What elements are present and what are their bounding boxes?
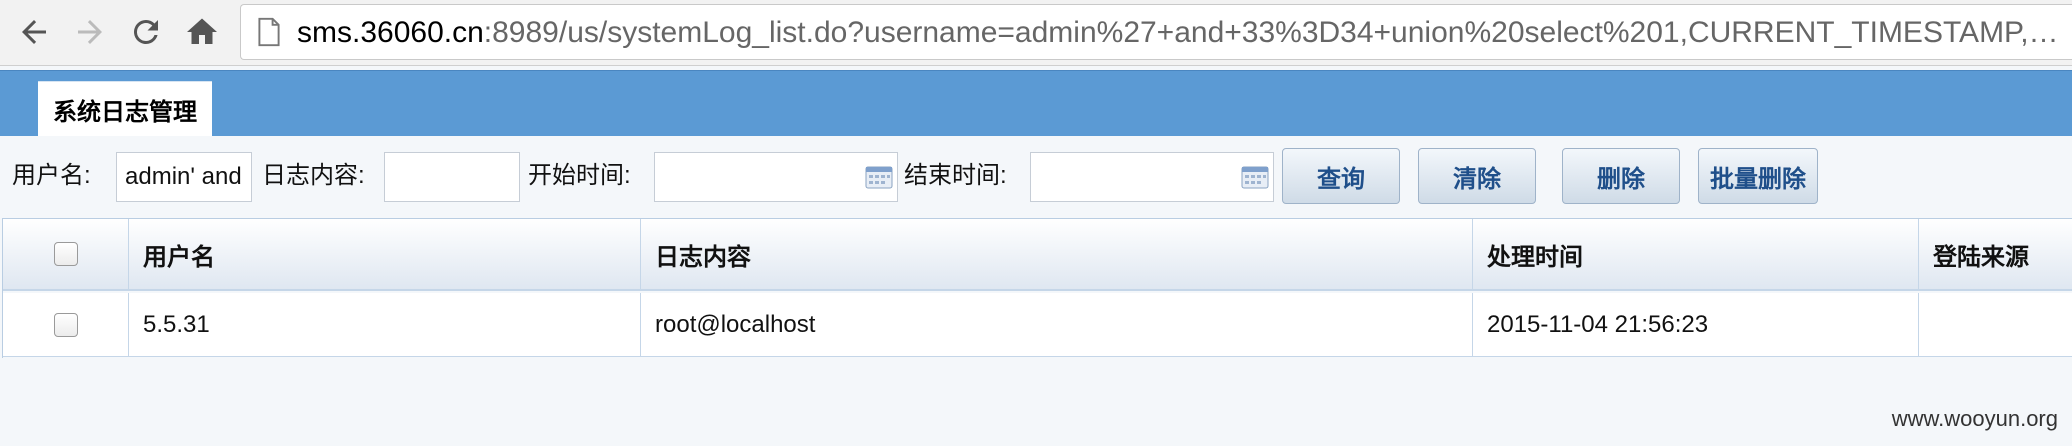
address-bar[interactable]: sms.36060.cn:8989/us/systemLog_list.do?u…: [240, 4, 2072, 60]
clear-button[interactable]: 清除: [1418, 148, 1536, 204]
log-content-input[interactable]: [384, 152, 520, 202]
select-all-checkbox[interactable]: [53, 242, 78, 266]
column-header-log-content[interactable]: 日志内容: [641, 219, 1473, 289]
page-icon: [258, 17, 280, 47]
forward-button[interactable]: [66, 8, 114, 56]
url-host: sms.36060.cn: [297, 16, 484, 49]
select-all-cell: [3, 219, 129, 289]
url-path: :8989/us/systemLog_list.do?username=admi…: [483, 16, 2067, 49]
username-label: 用户名:: [12, 162, 91, 189]
cell-source: [1919, 293, 2072, 356]
home-button[interactable]: [178, 8, 226, 56]
username-input[interactable]: admin' and: [116, 152, 252, 202]
cell-username: 5.5.31: [129, 293, 641, 356]
row-select-cell: [3, 293, 129, 356]
column-header-username[interactable]: 用户名: [129, 219, 641, 289]
tab-system-log[interactable]: 系统日志管理: [38, 81, 212, 137]
query-button[interactable]: 查询: [1282, 148, 1400, 204]
reload-button[interactable]: [122, 8, 170, 56]
app-header: 系统日志管理: [0, 70, 2072, 137]
cell-log-content: root@localhost: [641, 293, 1473, 356]
home-icon: [187, 18, 217, 44]
system-log-table: 用户名 日志内容 处理时间 登陆来源 5.5.31 root@localhost…: [2, 218, 2072, 358]
delete-button[interactable]: 删除: [1562, 148, 1680, 204]
calendar-icon[interactable]: [1241, 165, 1269, 189]
end-time-input[interactable]: [1030, 152, 1274, 202]
forward-arrow-icon: [78, 20, 102, 44]
batch-delete-button[interactable]: 批量删除: [1698, 148, 1818, 204]
start-time-label: 开始时间:: [528, 162, 631, 189]
cell-time: 2015-11-04 21:56:23: [1473, 293, 1919, 356]
back-arrow-icon: [22, 20, 46, 44]
table-header: 用户名 日志内容 处理时间 登陆来源: [3, 219, 2072, 291]
log-content-label: 日志内容:: [262, 162, 365, 189]
url-text: sms.36060.cn:8989/us/systemLog_list.do?u…: [297, 15, 2067, 51]
table-row[interactable]: 5.5.31 root@localhost 2015-11-04 21:56:2…: [3, 293, 2072, 357]
calendar-icon[interactable]: [865, 165, 893, 189]
watermark: www.wooyun.org: [1891, 406, 2058, 431]
browser-toolbar: sms.36060.cn:8989/us/systemLog_list.do?u…: [0, 0, 2072, 66]
column-header-source[interactable]: 登陆来源: [1919, 219, 2072, 289]
reload-icon: [133, 19, 158, 44]
row-checkbox[interactable]: [53, 312, 78, 337]
end-time-label: 结束时间:: [904, 162, 1007, 189]
column-header-time[interactable]: 处理时间: [1473, 219, 1919, 289]
start-time-input[interactable]: [654, 152, 898, 202]
back-button[interactable]: [10, 8, 58, 56]
filter-bar: 用户名: admin' and 日志内容: 开始时间: 结束时间: 查询 清除 …: [0, 136, 2072, 214]
